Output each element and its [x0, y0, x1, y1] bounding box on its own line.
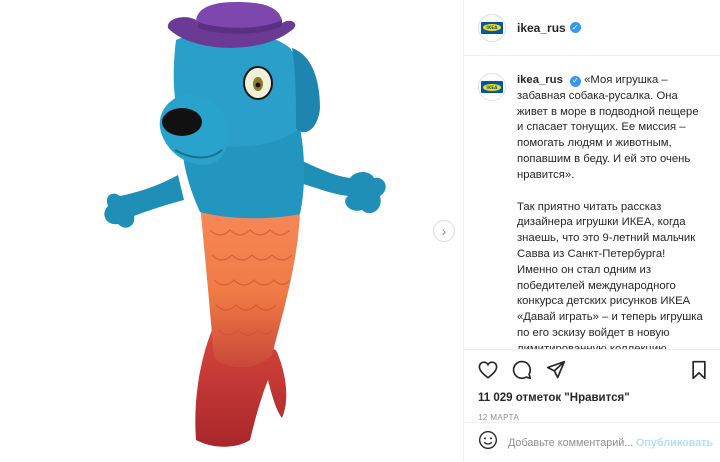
caption-text: ikea_rus ✓ «Моя игрушка – забавная собак…	[517, 73, 707, 349]
post-sidebar: IKEA ikea_rus ✓ IKEA ikea_rus ✓ «Моя игр…	[463, 0, 720, 462]
caption-username-link[interactable]: ikea_rus	[517, 74, 563, 86]
toy-image	[104, 2, 386, 447]
chevron-right-icon: ›	[441, 223, 447, 239]
publish-button[interactable]: Опубликовать	[636, 437, 713, 449]
caption-paragraph-1: «Моя игрушка – забавная собака-русалка. …	[517, 74, 699, 181]
share-icon[interactable]	[546, 360, 566, 380]
caption-area: IKEA ikea_rus ✓ «Моя игрушка – забавная …	[464, 57, 720, 349]
logo-text: IKEA	[486, 84, 498, 90]
bookmark-icon[interactable]	[691, 360, 707, 380]
post-actions: 11 029 отметок "Нравится" 12 МАРТА	[464, 349, 720, 422]
heart-icon[interactable]	[478, 361, 498, 379]
caption-paragraph-2: Так приятно читать рассказ дизайнера игр…	[517, 200, 703, 349]
likes-count[interactable]: 11 029 отметок "Нравится"	[478, 392, 707, 404]
logo-text: IKEA	[486, 25, 498, 30]
caption-avatar[interactable]: IKEA	[478, 73, 506, 101]
action-icons	[478, 358, 707, 382]
username-link[interactable]: ikea_rus	[517, 21, 566, 35]
smiley-icon[interactable]	[478, 430, 498, 455]
ikea-logo: IKEA	[481, 21, 503, 34]
comment-bar: Опубликовать	[464, 422, 720, 462]
next-media-button[interactable]: ›	[433, 220, 455, 242]
verified-badge-icon: ✓	[569, 22, 581, 33]
post-media[interactable]: ›	[0, 0, 463, 462]
verified-badge-icon: ✓	[570, 75, 581, 87]
comment-icon[interactable]	[512, 360, 532, 380]
instagram-post: › IKEA ikea_rus ✓ IKEA ikea_rus ✓ «Моя и…	[0, 0, 720, 462]
comment-input[interactable]	[508, 436, 636, 449]
post-date[interactable]: 12 МАРТА	[478, 413, 707, 422]
ikea-logo: IKEA	[481, 81, 503, 93]
post-header: IKEA ikea_rus ✓	[464, 0, 720, 56]
avatar[interactable]: IKEA	[478, 13, 506, 42]
